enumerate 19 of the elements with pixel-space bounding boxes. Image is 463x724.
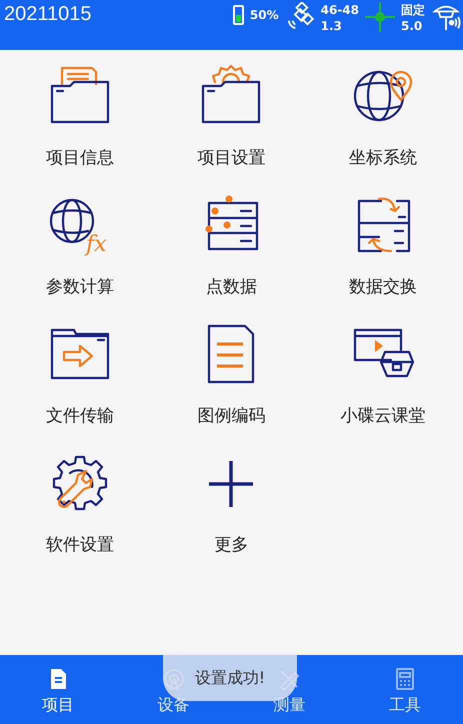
- menu-item[interactable]: 点数据: [156, 193, 308, 322]
- nav-tab[interactable]: 工具: [389, 663, 422, 716]
- menu-item[interactable]: fx 参数计算: [4, 193, 156, 322]
- satellite-value: 1.3: [320, 18, 343, 34]
- menu-item[interactable]: 数据交换: [307, 193, 459, 322]
- solution-status: 固定: [401, 2, 425, 18]
- menu-item[interactable]: 项目设置: [156, 64, 308, 193]
- menu-item[interactable]: 项目信息: [4, 64, 156, 193]
- menu-item[interactable]: 图例编码: [156, 322, 308, 451]
- menu-item[interactable]: 小碟云课堂: [307, 322, 459, 451]
- solution-value: 5.0: [401, 18, 424, 34]
- menu-item[interactable]: 坐标系统: [307, 64, 459, 193]
- menu-item[interactable]: 文件传输: [4, 322, 156, 451]
- nav-tab[interactable]: 项目: [42, 663, 74, 716]
- menu-item[interactable]: 软件设置: [4, 451, 156, 580]
- project-date: 20211015: [4, 3, 92, 26]
- battery-reading: 50%: [250, 8, 279, 22]
- satellite-count: 46-48: [320, 2, 359, 18]
- menu-item[interactable]: 更多: [156, 451, 308, 580]
